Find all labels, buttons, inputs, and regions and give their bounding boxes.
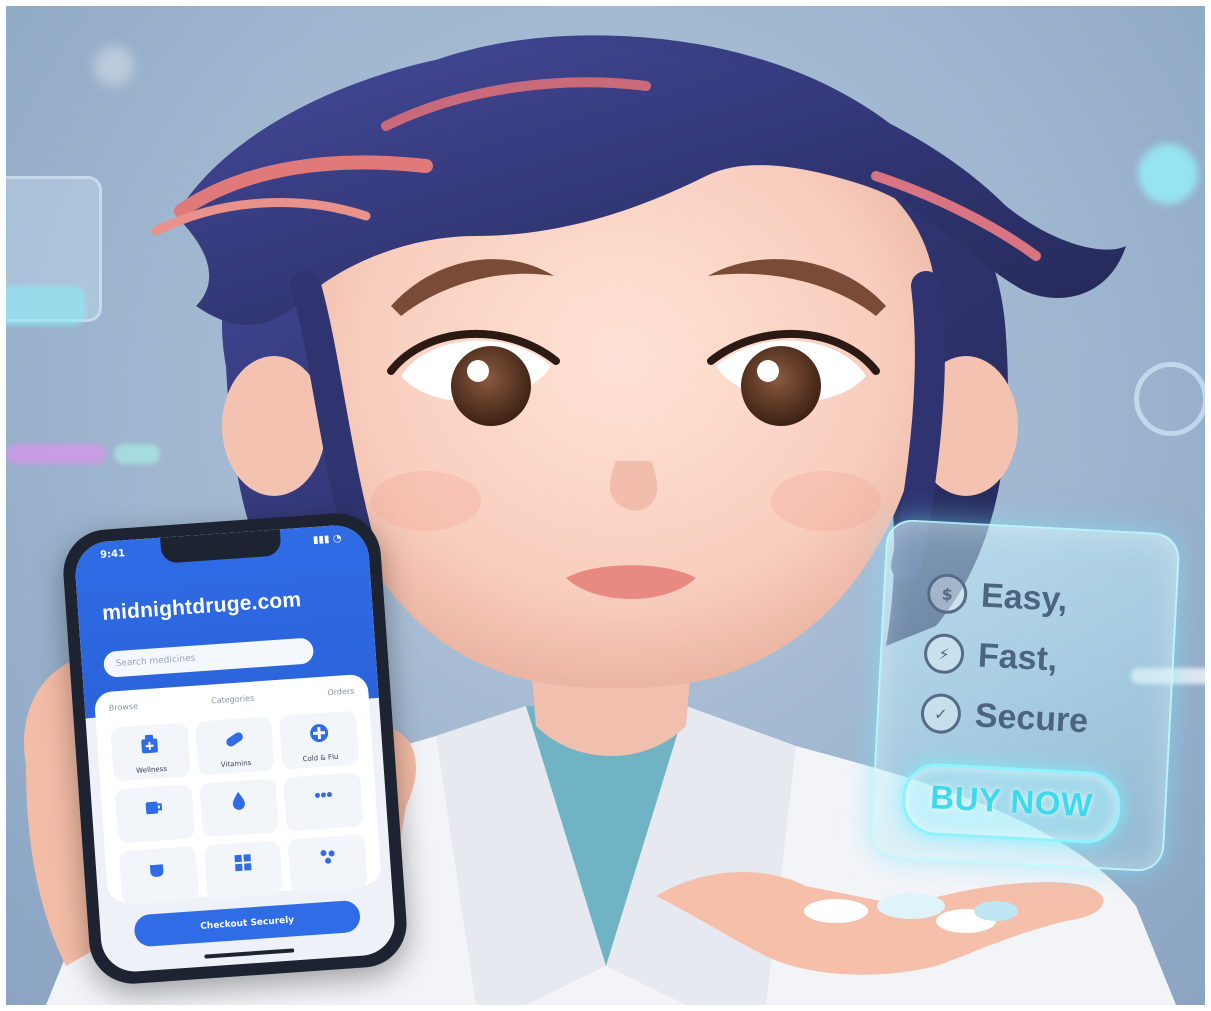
feature-label: Secure <box>973 695 1090 740</box>
capsule-icon <box>226 732 243 747</box>
status-icons: ▮▮▮ ◔ <box>312 533 342 547</box>
category-tile[interactable] <box>199 778 280 838</box>
category-card: Browse Categories Orders Wellness Vitami… <box>93 673 382 906</box>
feature-label: Fast, <box>977 636 1059 679</box>
tile-label: Vitamins <box>220 758 252 770</box>
cluster-icon <box>320 850 335 864</box>
category-tile-cold-flu[interactable]: Cold & Flu <box>279 710 360 770</box>
tab-browse[interactable]: Browse <box>109 702 139 713</box>
status-time: 9:41 <box>99 548 126 561</box>
feature-label: Easy, <box>980 576 1069 619</box>
category-tile-wellness[interactable]: Wellness <box>110 722 191 782</box>
home-indicator <box>204 948 295 959</box>
tile-label: Cold & Flu <box>302 752 339 764</box>
bolt-icon: ⚡ <box>923 632 966 675</box>
buy-now-button[interactable]: BUY NOW <box>900 761 1123 846</box>
tab-bar: Browse Categories Orders <box>109 687 355 713</box>
phone-screen: 9:41 ▮▮▮ ◔ midnightdruge.com Search medi… <box>73 523 397 974</box>
category-tile[interactable] <box>114 784 195 844</box>
smartphone: 9:41 ▮▮▮ ◔ midnightdruge.com Search medi… <box>60 510 410 987</box>
category-tile[interactable] <box>283 772 364 832</box>
category-tile[interactable] <box>287 834 369 894</box>
tab-categories[interactable]: Categories <box>211 694 255 706</box>
category-tile-vitamins[interactable]: Vitamins <box>194 716 275 776</box>
feature-fast: ⚡ Fast, <box>923 632 1059 680</box>
money-bag-icon: $ <box>926 572 969 615</box>
category-tile[interactable] <box>118 846 200 906</box>
feature-secure: ✓ Secure <box>919 692 1090 742</box>
lock-icon: ✓ <box>919 692 962 735</box>
first-aid-icon <box>309 724 328 743</box>
drop-icon <box>232 791 245 810</box>
grid-icon <box>234 854 252 872</box>
feature-easy: $ Easy, <box>926 572 1069 620</box>
category-tile[interactable] <box>203 840 284 900</box>
tab-orders[interactable]: Orders <box>327 687 354 698</box>
tile-label: Wellness <box>135 764 168 775</box>
dots-icon <box>314 792 332 798</box>
cup-icon <box>146 801 163 815</box>
category-grid: Wellness Vitamins Cold & Flu <box>110 710 369 906</box>
illustration-scene: 9:41 ▮▮▮ ◔ midnightdruge.com Search medi… <box>6 6 1205 1005</box>
holographic-panel: $ Easy, ⚡ Fast, ✓ Secure BUY NOW <box>869 518 1181 873</box>
checkout-button[interactable]: Checkout Securely <box>133 899 362 948</box>
mug-icon <box>150 864 164 877</box>
pill-box-icon <box>141 734 159 754</box>
